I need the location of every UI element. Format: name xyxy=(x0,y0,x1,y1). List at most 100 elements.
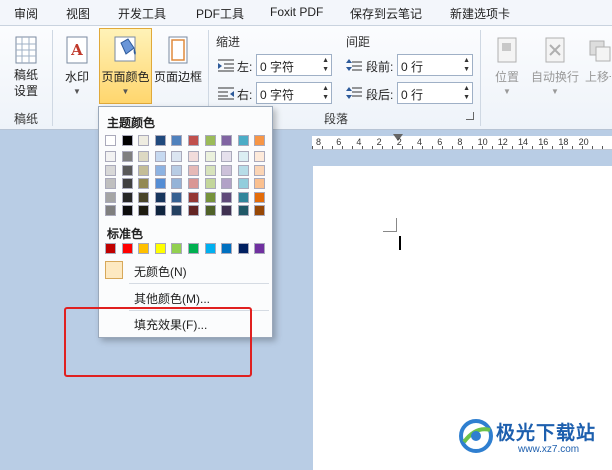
theme-shade-swatch[interactable] xyxy=(204,191,216,203)
tab-save-cloud-note[interactable]: 保存到云笔记 xyxy=(350,5,422,22)
theme-shade-swatch[interactable] xyxy=(188,178,199,189)
theme-color-swatch[interactable] xyxy=(154,135,166,146)
theme-shade-swatch[interactable] xyxy=(154,178,166,189)
theme-shade-swatch[interactable] xyxy=(138,191,150,203)
theme-shade-swatch[interactable] xyxy=(171,178,183,189)
theme-shade-swatch[interactable] xyxy=(204,205,216,216)
theme-shade-swatch[interactable] xyxy=(237,205,249,216)
standard-color-swatch[interactable] xyxy=(254,243,266,254)
theme-shade-swatch[interactable] xyxy=(138,164,150,176)
tab-developer[interactable]: 开发工具 xyxy=(118,5,166,22)
standard-color-swatch[interactable] xyxy=(171,243,183,254)
theme-shade-swatch[interactable] xyxy=(237,191,249,203)
theme-shade-swatch[interactable] xyxy=(188,164,199,176)
theme-color-swatch[interactable] xyxy=(237,135,249,146)
standard-color-swatch[interactable] xyxy=(121,243,133,254)
theme-shade-swatch[interactable] xyxy=(121,151,133,162)
standard-color-swatch[interactable] xyxy=(105,243,116,254)
spin-up-icon[interactable]: ▲ xyxy=(463,57,470,65)
theme-shade-swatch[interactable] xyxy=(254,191,266,203)
theme-shade-swatch[interactable] xyxy=(254,164,266,176)
standard-color-swatch[interactable] xyxy=(188,243,199,254)
theme-shade-swatch[interactable] xyxy=(121,191,133,203)
standard-color-swatch[interactable] xyxy=(154,243,166,254)
theme-shade-swatch[interactable] xyxy=(254,178,266,189)
theme-color-swatch[interactable] xyxy=(105,135,116,146)
theme-shade-swatch[interactable] xyxy=(221,178,233,189)
theme-shade-swatch[interactable] xyxy=(221,151,233,162)
theme-shade-swatch[interactable] xyxy=(221,205,233,216)
indent-left-stepper[interactable]: 0 字符 ▲ ▼ xyxy=(256,54,332,76)
page-color-button[interactable]: 页面颜色 ▼ xyxy=(99,28,152,104)
theme-shade-swatch[interactable] xyxy=(105,191,116,203)
theme-color-swatch[interactable] xyxy=(254,135,266,146)
tab-pdf-tools[interactable]: PDF工具 xyxy=(196,5,244,22)
theme-shade-swatch[interactable] xyxy=(221,164,233,176)
manuscript-settings-button[interactable]: 稿纸 设置 xyxy=(4,28,48,104)
spin-up-icon[interactable]: ▲ xyxy=(322,57,329,65)
theme-shade-swatch[interactable] xyxy=(204,178,216,189)
spin-up-icon[interactable]: ▲ xyxy=(463,85,470,93)
spin-up-icon[interactable]: ▲ xyxy=(322,85,329,93)
horizontal-ruler[interactable]: 8 6 4 2 2 4 6 8 10 12 14 16 18 20 xyxy=(312,134,612,150)
spin-down-icon[interactable]: ▼ xyxy=(322,94,329,102)
theme-shade-swatch[interactable] xyxy=(188,151,199,162)
theme-shade-swatch[interactable] xyxy=(171,191,183,203)
theme-shade-swatch[interactable] xyxy=(105,178,116,189)
theme-color-swatch[interactable] xyxy=(204,135,216,146)
no-color-item[interactable]: 无颜色(N) xyxy=(99,259,272,281)
tab-foxit-pdf[interactable]: Foxit PDF xyxy=(270,5,323,19)
theme-shade-swatch[interactable] xyxy=(105,205,116,216)
theme-shade-swatch[interactable] xyxy=(121,164,133,176)
theme-shade-swatch[interactable] xyxy=(121,178,133,189)
theme-shade-swatch[interactable] xyxy=(188,191,199,203)
theme-shade-swatch[interactable] xyxy=(254,151,266,162)
position-button[interactable]: 位置 ▼ xyxy=(486,28,528,104)
theme-shade-swatch[interactable] xyxy=(154,164,166,176)
spin-down-icon[interactable]: ▼ xyxy=(322,66,329,74)
theme-shade-swatch[interactable] xyxy=(237,151,249,162)
theme-shade-swatch[interactable] xyxy=(154,151,166,162)
bring-forward-button[interactable]: 上移一 xyxy=(582,28,612,104)
theme-shade-swatch[interactable] xyxy=(221,191,233,203)
theme-shade-swatch[interactable] xyxy=(154,205,166,216)
standard-color-swatch[interactable] xyxy=(204,243,216,254)
theme-color-swatch[interactable] xyxy=(138,135,150,146)
theme-shade-swatch[interactable] xyxy=(204,151,216,162)
spin-down-icon[interactable]: ▼ xyxy=(463,66,470,74)
theme-shade-swatch[interactable] xyxy=(121,205,133,216)
paragraph-dialog-launcher-icon[interactable] xyxy=(466,112,474,120)
theme-shade-swatch[interactable] xyxy=(138,151,150,162)
watermark-button[interactable]: A 水印 ▼ xyxy=(56,28,98,104)
theme-shade-swatch[interactable] xyxy=(237,178,249,189)
page-border-button[interactable]: 页面边框 xyxy=(153,28,203,104)
theme-color-swatch[interactable] xyxy=(121,135,133,146)
standard-color-swatch[interactable] xyxy=(237,243,249,254)
theme-shade-swatch[interactable] xyxy=(171,205,183,216)
standard-color-swatch[interactable] xyxy=(221,243,233,254)
spacing-after-stepper[interactable]: 0 行 ▲ ▼ xyxy=(397,82,473,104)
auto-wrap-button[interactable]: 自动换行 ▼ xyxy=(528,28,582,104)
tab-new-tab[interactable]: 新建选项卡 xyxy=(450,5,510,22)
theme-shade-swatch[interactable] xyxy=(171,164,183,176)
theme-color-swatch[interactable] xyxy=(221,135,233,146)
theme-shade-swatch[interactable] xyxy=(171,151,183,162)
theme-color-swatch[interactable] xyxy=(171,135,183,146)
indent-right-stepper[interactable]: 0 字符 ▲ ▼ xyxy=(256,82,332,104)
theme-shade-swatch[interactable] xyxy=(204,164,216,176)
theme-shade-swatch[interactable] xyxy=(105,164,116,176)
more-colors-item[interactable]: 其他颜色(M)... xyxy=(99,286,272,308)
spin-down-icon[interactable]: ▼ xyxy=(463,94,470,102)
theme-shade-swatch[interactable] xyxy=(188,205,199,216)
theme-shade-swatch[interactable] xyxy=(138,178,150,189)
tab-review[interactable]: 审阅 xyxy=(14,5,38,22)
theme-shade-swatch[interactable] xyxy=(154,191,166,203)
theme-shade-swatch[interactable] xyxy=(138,205,150,216)
spacing-before-stepper[interactable]: 0 行 ▲ ▼ xyxy=(397,54,473,76)
tab-view[interactable]: 视图 xyxy=(66,5,90,22)
theme-shade-swatch[interactable] xyxy=(105,151,116,162)
theme-color-swatch[interactable] xyxy=(188,135,199,146)
standard-color-swatch[interactable] xyxy=(138,243,150,254)
theme-shade-swatch[interactable] xyxy=(254,205,266,216)
theme-shade-swatch[interactable] xyxy=(237,164,249,176)
